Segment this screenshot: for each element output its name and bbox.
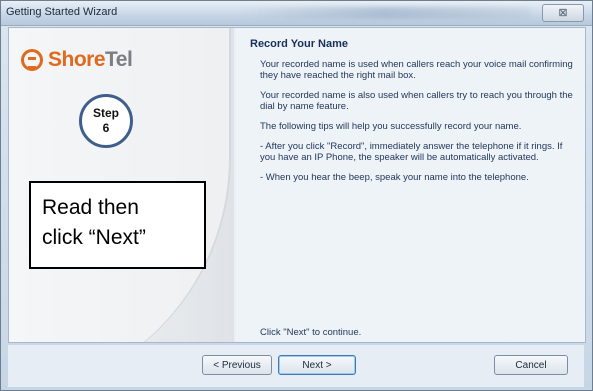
title-bar: Getting Started Wizard ⊠ [1,1,592,26]
button-bar: < Previous Next > Cancel [8,345,584,387]
cancel-button[interactable]: Cancel [494,355,568,375]
wizard-window: Getting Started Wizard ⊠ ShoreTel Step 6… [0,0,593,391]
next-button[interactable]: Next > [278,355,356,375]
paragraph-usage: Your recorded name is used when callers … [260,59,573,81]
callout-line-2: click “Next” [42,226,146,249]
close-button[interactable]: ⊠ [542,4,584,22]
instruction-callout: Read then click “Next” [29,181,206,269]
window-title: Getting Started Wizard [6,6,118,18]
content-panel: Record Your Name Your recorded name is u… [236,28,585,342]
shoretel-logo-text: ShoreTel [48,48,133,71]
paragraph-tip-record: - After you click "Record", immediately … [260,141,563,163]
shoretel-logo: ShoreTel [21,48,133,72]
wizard-sidebar: ShoreTel Step 6 Read then click “Next” [9,28,234,342]
shoretel-logo-icon [21,49,43,71]
footer-instruction: Click "Next" to continue. [260,327,362,338]
previous-button[interactable]: < Previous [202,355,272,375]
wizard-content: ShoreTel Step 6 Read then click “Next” R… [8,27,586,343]
callout-line-1: Read then [42,196,139,219]
paragraph-tips-intro: The following tips will help you success… [260,121,522,132]
page-title: Record Your Name [250,38,349,50]
step-label: Step [92,106,119,120]
step-number: 6 [102,121,110,135]
paragraph-dial-by-name: Your recorded name is also used when cal… [260,90,573,112]
step-indicator: Step 6 [79,94,133,148]
panel-body: Your recorded name is used when callers … [260,59,578,192]
paragraph-tip-beep: - When you hear the beep, speak your nam… [260,172,529,183]
blurred-title-region [241,7,531,19]
